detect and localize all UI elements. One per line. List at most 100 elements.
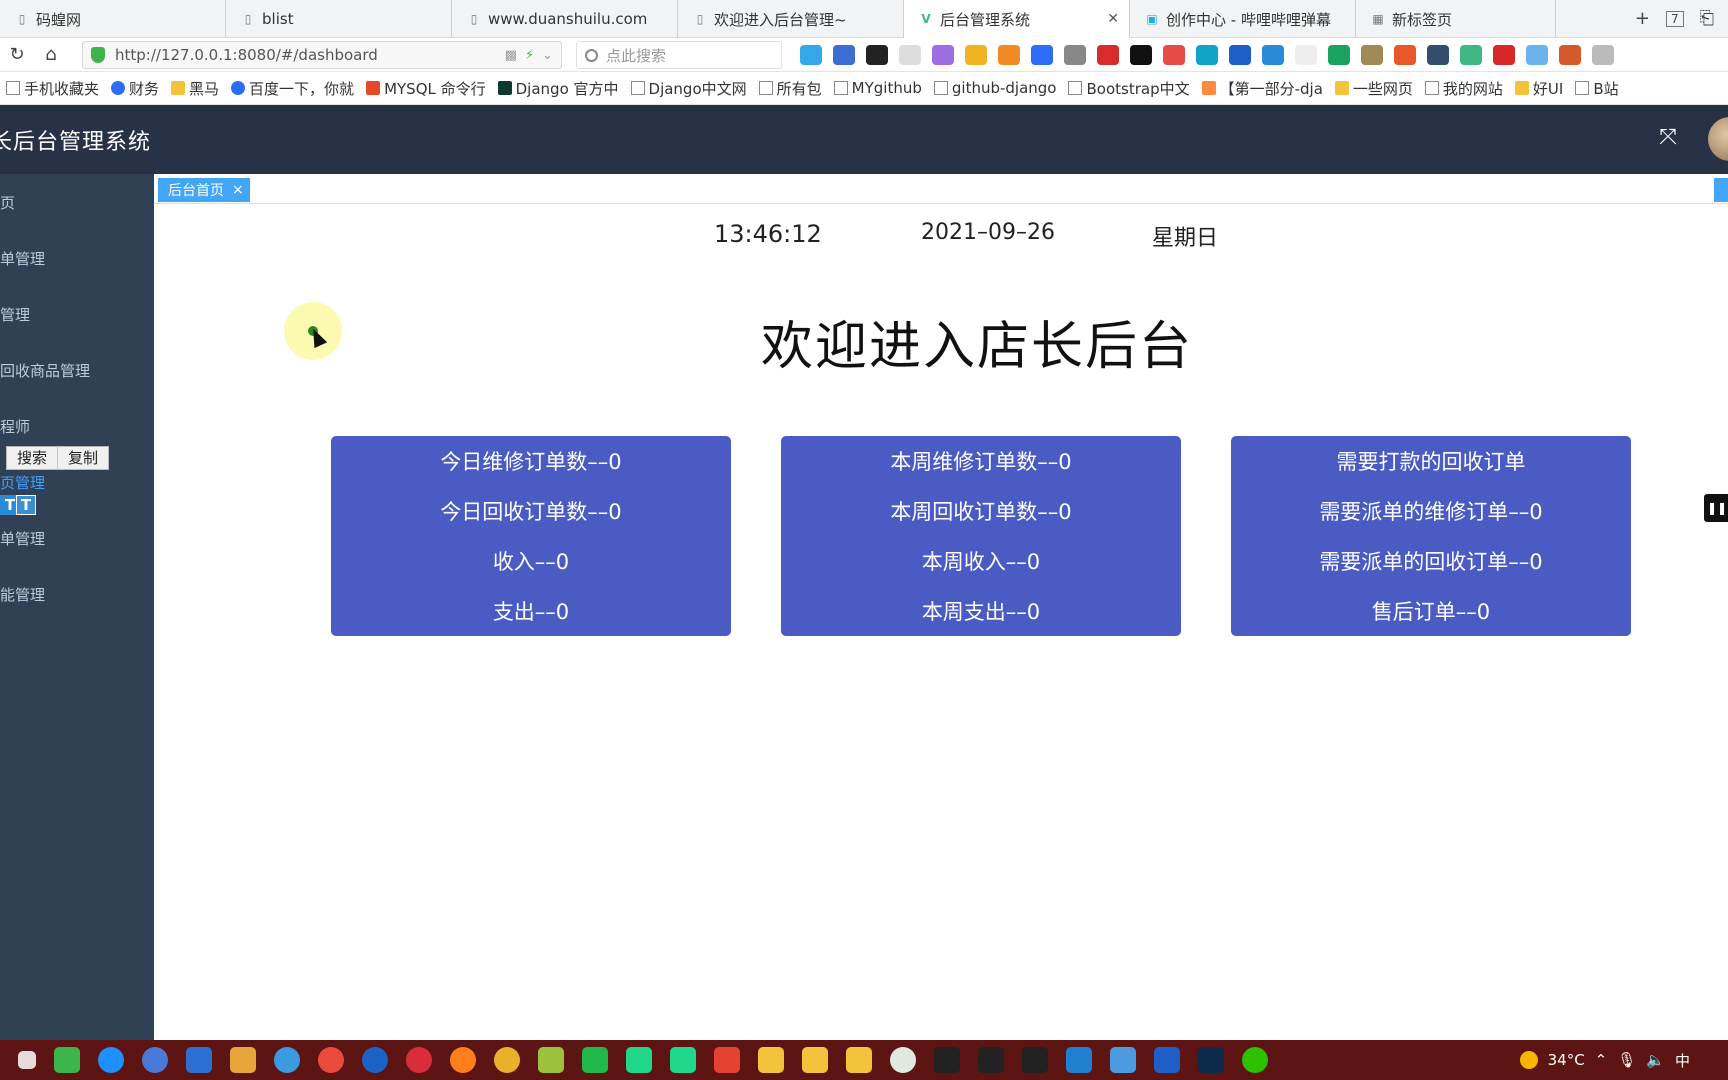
chrome-icon[interactable]: [494, 1047, 520, 1073]
pycharm-icon[interactable]: [670, 1047, 696, 1073]
app-icon[interactable]: [318, 1047, 344, 1073]
app-icon[interactable]: [1110, 1047, 1136, 1073]
browser-tab[interactable]: ▯ www.duanshuilu.com: [452, 0, 678, 38]
app-icon[interactable]: [230, 1047, 256, 1073]
browser-tab[interactable]: ▦ 新标签页: [1356, 0, 1556, 38]
extension-icon[interactable]: [1097, 45, 1119, 65]
url-bar[interactable]: http://127.0.0.1:8080/#/dashboard ▩ ⚡ ⌄: [82, 41, 562, 69]
vue-devtools-icon[interactable]: [1460, 45, 1482, 65]
bookmark-folder[interactable]: 好UI: [1514, 78, 1563, 99]
wechat-icon[interactable]: [1242, 1047, 1268, 1073]
bookmark-item[interactable]: github-django: [933, 79, 1056, 97]
close-tab-icon[interactable]: ✕: [1107, 11, 1119, 27]
terminal-icon[interactable]: [934, 1047, 960, 1073]
sidebar-item-mgmt[interactable]: 管理: [0, 294, 154, 334]
grid-icon[interactable]: [1592, 45, 1614, 65]
translate-icon[interactable]: [1262, 45, 1284, 65]
app-icon[interactable]: [54, 1047, 80, 1073]
extension-icon[interactable]: [1559, 45, 1581, 65]
sidebar-item-engineer[interactable]: 程师: [0, 406, 154, 446]
bookmark-item[interactable]: B站: [1575, 78, 1619, 99]
terminal-icon[interactable]: [978, 1047, 1004, 1073]
extension-icon[interactable]: [1163, 45, 1185, 65]
folder-icon[interactable]: [846, 1047, 872, 1073]
bookmark-item[interactable]: 百度一下，你就: [231, 78, 354, 99]
sogou-icon[interactable]: [362, 1047, 388, 1073]
popup-search-button[interactable]: 搜索: [7, 447, 57, 469]
extension-icon[interactable]: [800, 45, 822, 65]
scissors-icon[interactable]: [899, 45, 921, 65]
photoshop-icon[interactable]: [1198, 1047, 1224, 1073]
bookmark-item[interactable]: MYgithub: [833, 79, 922, 97]
extension-icon[interactable]: [1493, 45, 1515, 65]
bookmark-item[interactable]: Bootstrap中文: [1068, 78, 1190, 99]
sidebar-item-home[interactable]: 页: [0, 182, 154, 222]
extension-icon[interactable]: [1130, 45, 1152, 65]
extension-icon[interactable]: [866, 45, 888, 65]
extension-icon[interactable]: [1229, 45, 1251, 65]
pause-icon[interactable]: ❚❚: [1704, 494, 1728, 522]
app-icon[interactable]: [274, 1047, 300, 1073]
browser-tab[interactable]: ▯ blist: [226, 0, 452, 38]
sidebar-item-order-mgmt-2[interactable]: 单管理: [0, 518, 154, 558]
game-icon[interactable]: [998, 45, 1020, 65]
new-tab-icon[interactable]: +: [1635, 8, 1650, 29]
fullscreen-icon[interactable]: ⤧: [1656, 125, 1680, 150]
tab-count-badge[interactable]: 7: [1665, 10, 1684, 27]
move-icon[interactable]: [1064, 45, 1086, 65]
extension-icon[interactable]: [965, 45, 987, 65]
ie-icon[interactable]: [98, 1047, 124, 1073]
extension-icon[interactable]: [833, 45, 855, 65]
bookmark-item[interactable]: MYSQL 命令行: [366, 78, 486, 99]
sidebar-item-function-mgmt[interactable]: 能管理: [0, 574, 154, 614]
bookmark-item[interactable]: 我的网站: [1424, 78, 1503, 99]
reload-icon[interactable]: ↻: [0, 38, 34, 72]
vscode-icon[interactable]: [1066, 1047, 1092, 1073]
translate-icon[interactable]: [932, 45, 954, 65]
chat-icon[interactable]: [890, 1047, 916, 1073]
bookmark-item[interactable]: 手机收藏夹: [6, 78, 99, 99]
extension-icon[interactable]: [1427, 45, 1449, 65]
home-icon[interactable]: ⌂: [34, 38, 68, 72]
lightning-icon[interactable]: ⚡: [525, 48, 534, 63]
translate-icon[interactable]: T: [16, 495, 36, 515]
app-icon[interactable]: [714, 1047, 740, 1073]
browser-tab[interactable]: ▯ 码蝗网: [0, 0, 226, 38]
sidebar-item-order-mgmt[interactable]: 单管理: [0, 238, 154, 278]
bookmark-item[interactable]: 所有包: [758, 78, 822, 99]
bookmark-item[interactable]: Django中文网: [630, 78, 747, 99]
folder-icon[interactable]: [758, 1047, 784, 1073]
browser-tab[interactable]: ▯ 欢迎进入后台管理~: [678, 0, 904, 38]
player-icon[interactable]: [1154, 1047, 1180, 1073]
chevron-up-icon[interactable]: ⌃: [1595, 1051, 1608, 1069]
firefox-icon[interactable]: [450, 1047, 476, 1073]
browser-tab-active[interactable]: V 后台管理系统 ✕: [904, 0, 1130, 38]
app-icon[interactable]: [406, 1047, 432, 1073]
app-icon[interactable]: [538, 1047, 564, 1073]
extension-icon[interactable]: [1196, 45, 1218, 65]
speaker-icon[interactable]: 🔈: [1646, 1051, 1665, 1069]
bookmark-item[interactable]: 【第一部分-dja: [1201, 78, 1323, 99]
extension-icon[interactable]: [1526, 45, 1548, 65]
ime-indicator[interactable]: 中: [1675, 1050, 1690, 1071]
microphone-icon[interactable]: 🎙: [1617, 1051, 1636, 1069]
avatar[interactable]: [1708, 117, 1728, 161]
extension-icon[interactable]: [1394, 45, 1416, 65]
bookmark-folder[interactable]: 黑马: [171, 78, 219, 99]
close-icon[interactable]: ×: [232, 182, 244, 198]
extension-icon[interactable]: [1361, 45, 1383, 65]
bookmark-item[interactable]: 财务: [111, 78, 159, 99]
task-view-icon[interactable]: [18, 1051, 36, 1069]
qr-icon[interactable]: ▩: [505, 48, 517, 63]
tag-dashboard[interactable]: 后台首页 ×: [158, 178, 250, 202]
browser-icon[interactable]: [142, 1047, 168, 1073]
popup-copy-button[interactable]: 复制: [57, 447, 108, 469]
braces-icon[interactable]: [1295, 45, 1317, 65]
restore-icon[interactable]: ⎗: [1700, 8, 1714, 29]
chevron-down-icon[interactable]: ⌄: [542, 48, 553, 63]
folder-icon[interactable]: [802, 1047, 828, 1073]
browser-search-input[interactable]: 点此搜索: [576, 41, 782, 69]
terminal-icon[interactable]: [1022, 1047, 1048, 1073]
hbuilder-icon[interactable]: [582, 1047, 608, 1073]
pycharm-icon[interactable]: [626, 1047, 652, 1073]
